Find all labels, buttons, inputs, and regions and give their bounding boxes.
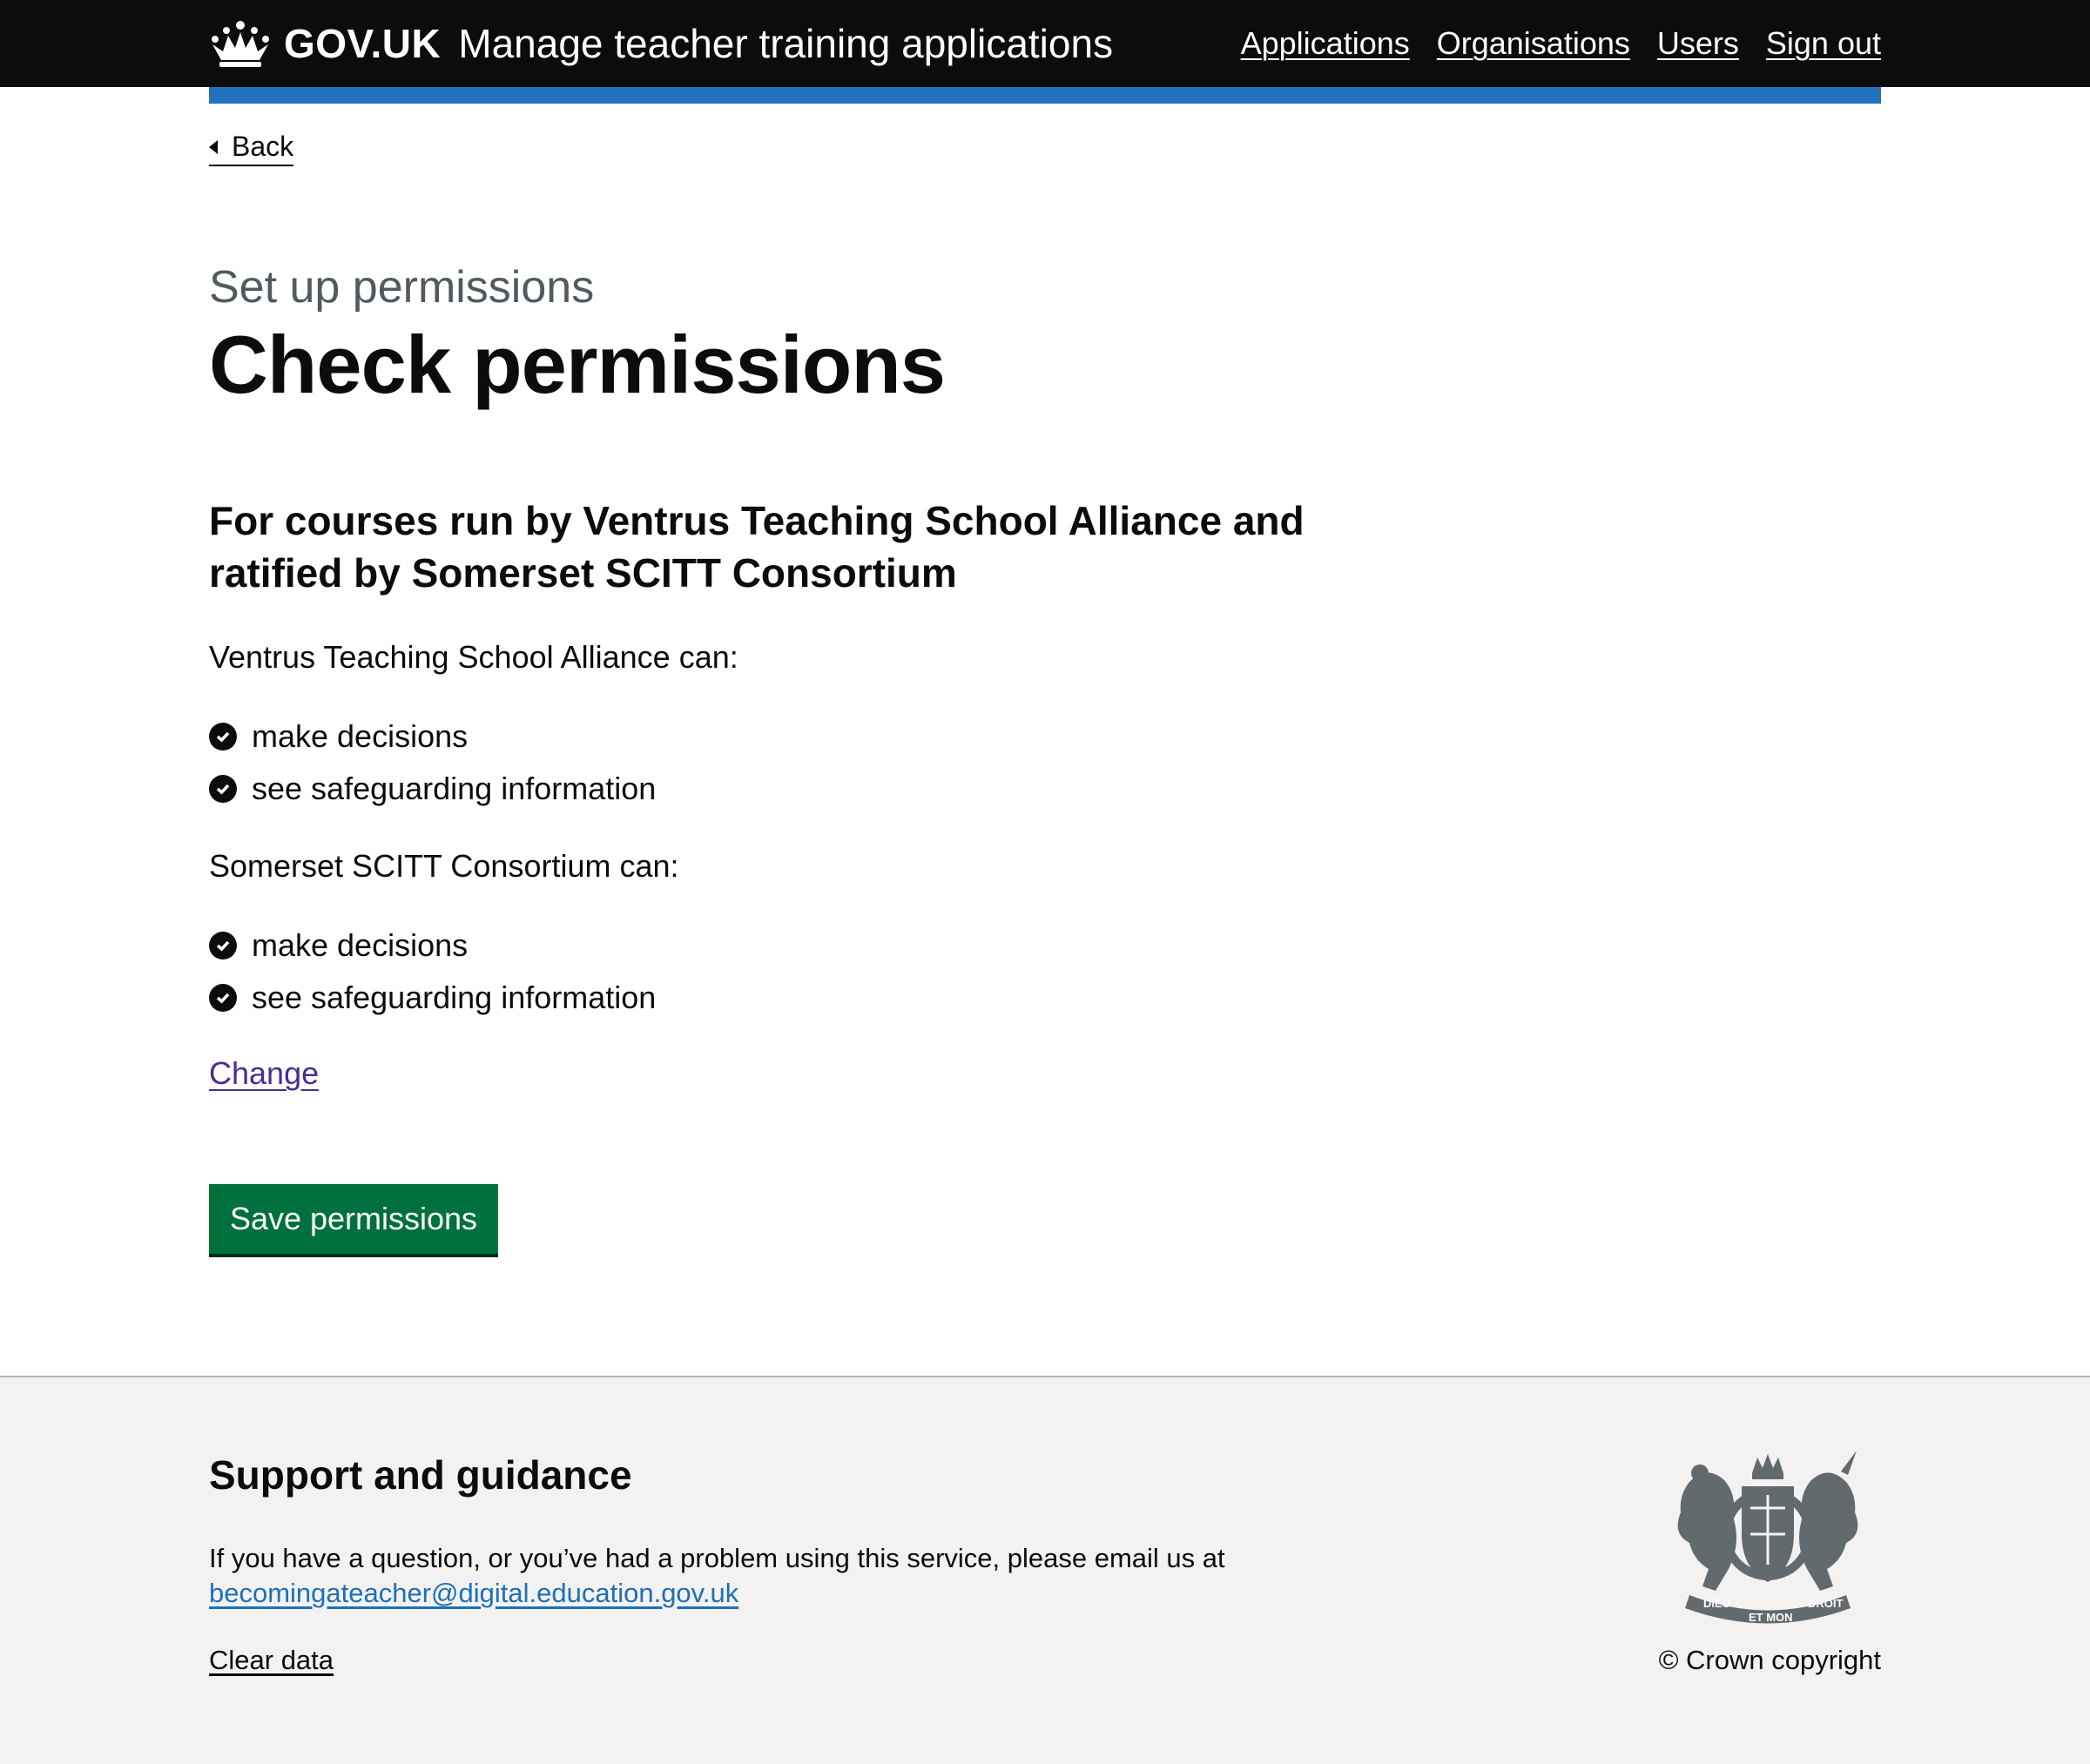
list-item: see safeguarding information: [209, 972, 656, 1024]
header-inner: GOV.UK Manage teacher training applicati…: [209, 0, 1881, 87]
back-link[interactable]: Back: [209, 131, 294, 166]
permission-list-ventrus: make decisions see safeguarding informat…: [209, 710, 656, 815]
permission-label: see safeguarding information: [252, 980, 657, 1015]
header-accent-bar: [209, 87, 1881, 104]
support-email-link[interactable]: becomingateacher@digital.education.gov.u…: [209, 1578, 738, 1608]
crest-motto-dieu: DIEU: [1703, 1597, 1730, 1610]
service-name[interactable]: Manage teacher training applications: [458, 20, 1113, 67]
save-permissions-button[interactable]: Save permissions: [209, 1184, 498, 1254]
back-arrow-icon: [209, 139, 218, 154]
list-item: make decisions: [209, 710, 656, 763]
footer-heading: Support and guidance: [209, 1452, 632, 1498]
nav-applications[interactable]: Applications: [1241, 25, 1410, 62]
clear-data-link[interactable]: Clear data: [209, 1645, 334, 1676]
check-icon: [209, 932, 237, 959]
check-icon: [209, 723, 237, 751]
list-item: make decisions: [209, 919, 656, 972]
list-item: see safeguarding information: [209, 763, 656, 815]
permission-label: make decisions: [252, 927, 469, 963]
footer-support-text: If you have a question, or you’ve had a …: [209, 1541, 1341, 1611]
permission-list-somerset: make decisions see safeguarding informat…: [209, 919, 656, 1024]
royal-coat-of-arms-icon: DIEU ET MON DROIT: [1677, 1451, 1858, 1624]
footer-support-message: If you have a question, or you’ve had a …: [209, 1543, 1225, 1573]
change-link[interactable]: Change: [209, 1055, 319, 1092]
permission-label: see safeguarding information: [252, 771, 657, 806]
nav-sign-out[interactable]: Sign out: [1766, 25, 1881, 62]
site-footer: Support and guidance If you have a quest…: [0, 1376, 2090, 1764]
site-header: GOV.UK Manage teacher training applicati…: [0, 0, 2090, 87]
group-label-somerset: Somerset SCITT Consortium can:: [209, 848, 679, 884]
page-caption: Set up permissions: [209, 262, 595, 313]
crown-copyright[interactable]: © Crown copyright: [1659, 1645, 1881, 1676]
nav-users[interactable]: Users: [1657, 25, 1739, 62]
group-label-ventrus: Ventrus Teaching School Alliance can:: [209, 639, 738, 675]
nav-organisations[interactable]: Organisations: [1437, 25, 1630, 62]
crest-motto-droit: DROIT: [1808, 1597, 1844, 1610]
back-link-label: Back: [232, 131, 294, 162]
crest-motto-et-mon: ET MON: [1749, 1611, 1793, 1624]
courses-subheading: For courses run by Ventrus Teaching Scho…: [209, 498, 1305, 596]
crown-icon: [212, 21, 269, 67]
header-nav: Applications Organisations Users Sign ou…: [1241, 25, 1881, 62]
page-title: Check permissions: [209, 319, 946, 410]
govuk-wordmark: GOV.UK: [284, 21, 442, 66]
permission-label: make decisions: [252, 718, 469, 754]
govuk-logo-link[interactable]: GOV.UK: [209, 20, 441, 67]
check-icon: [209, 984, 237, 1012]
check-icon: [209, 775, 237, 803]
